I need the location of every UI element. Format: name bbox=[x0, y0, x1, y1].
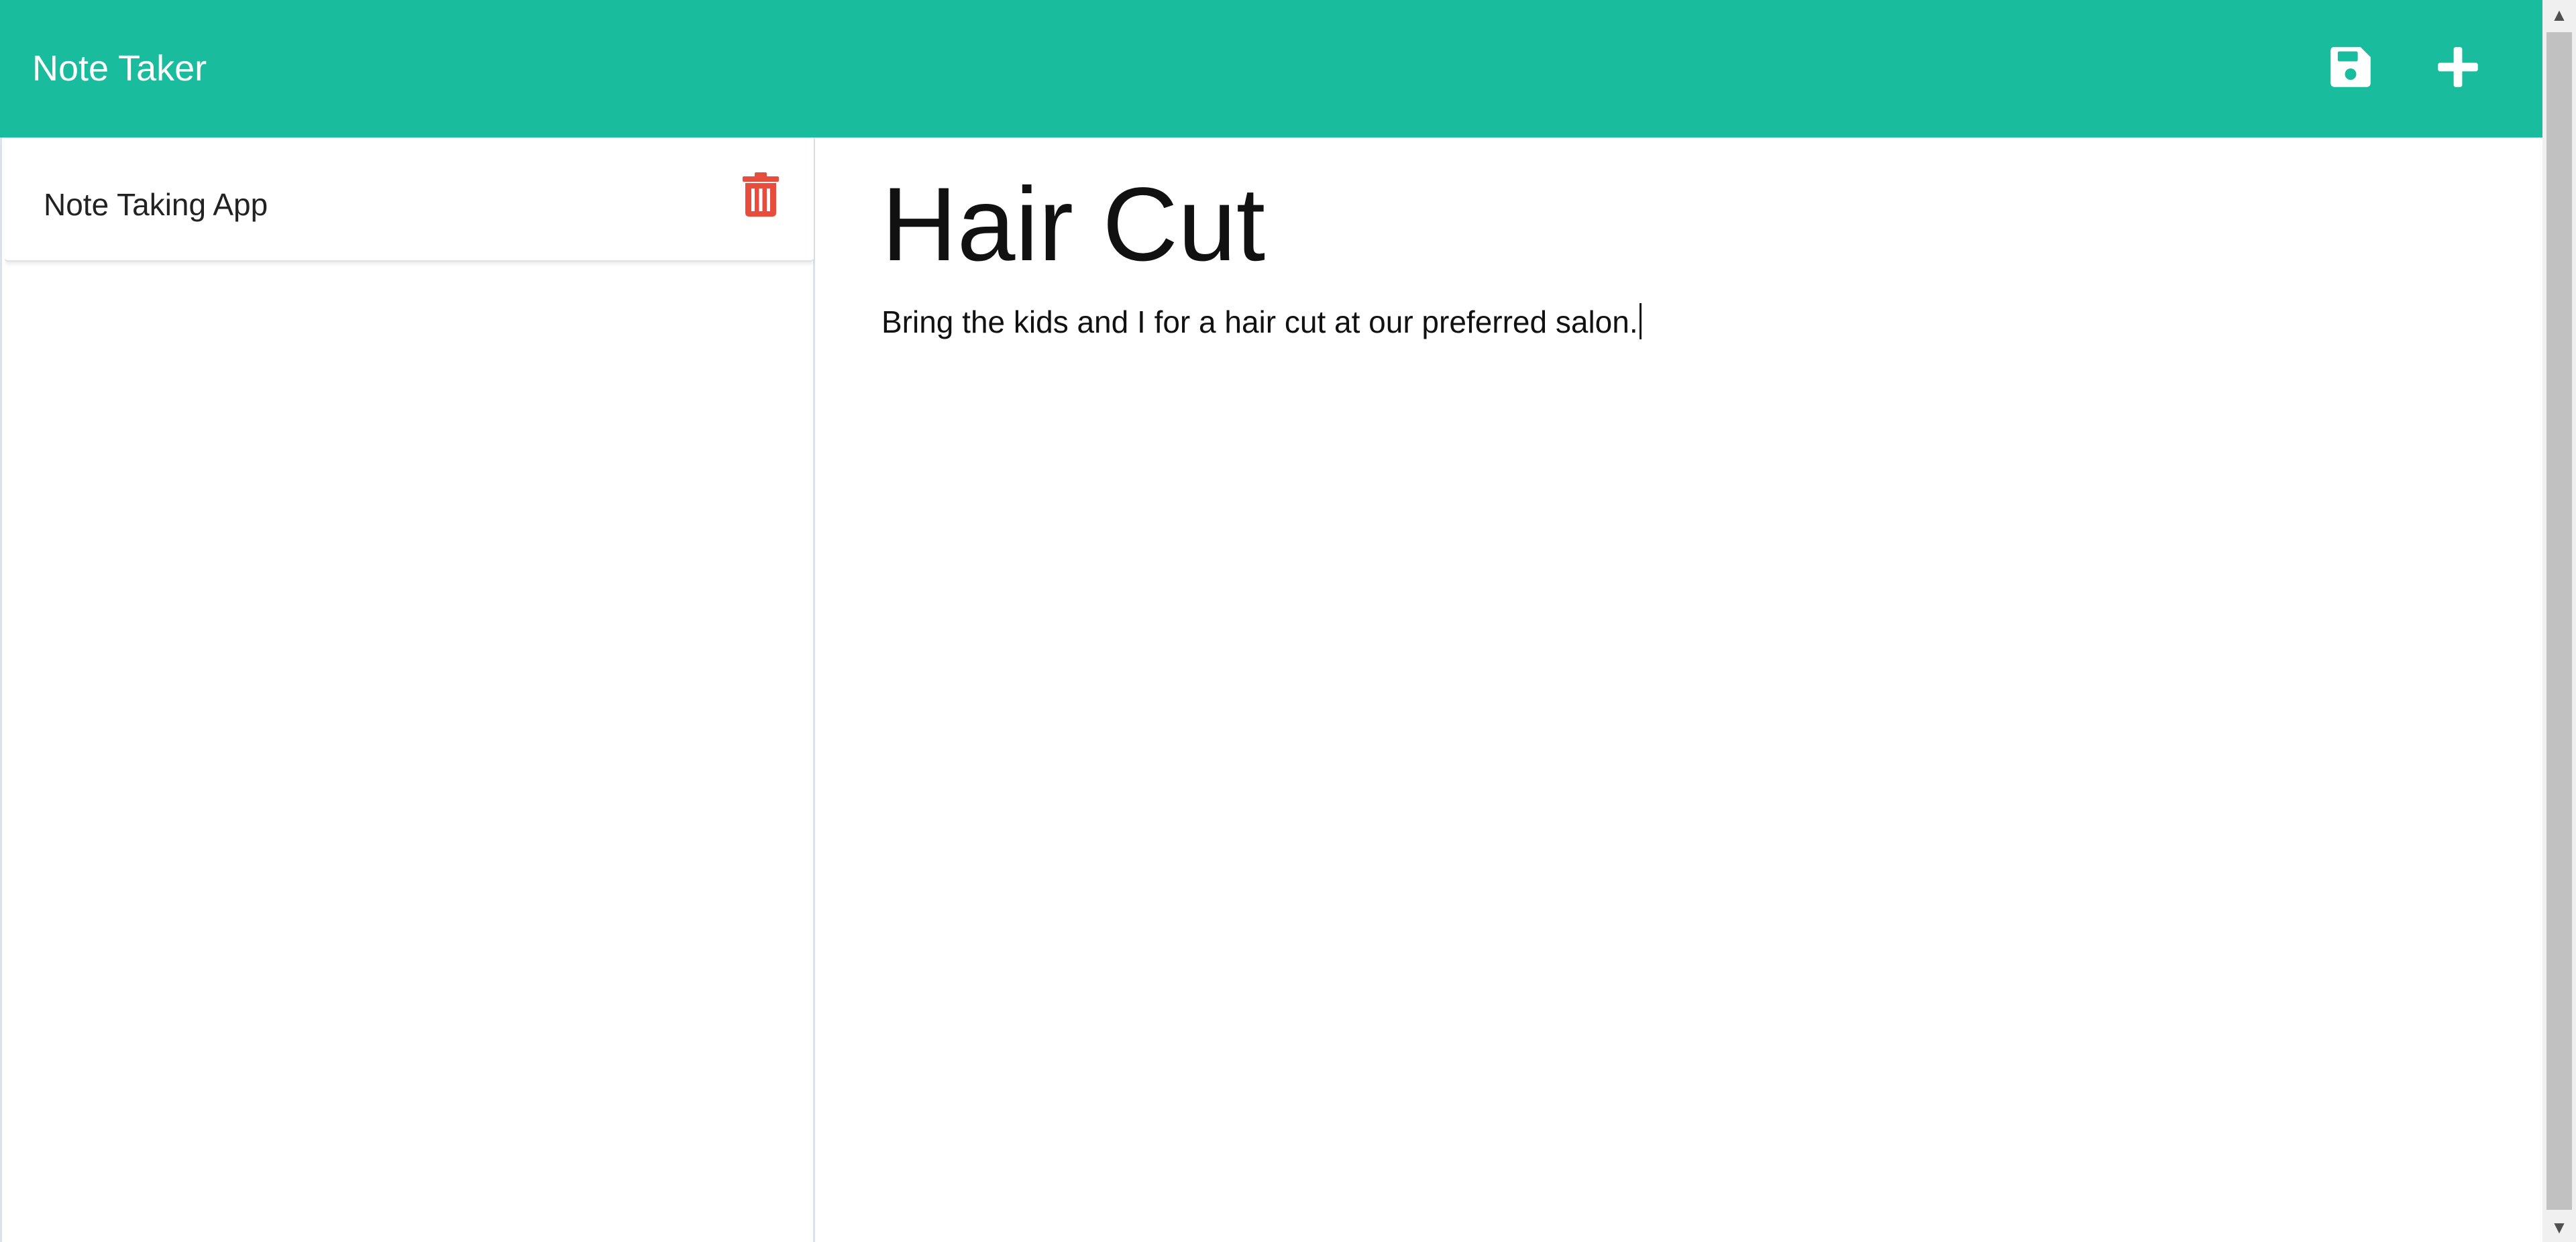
scroll-down-arrow-icon[interactable]: ▼ bbox=[2542, 1212, 2576, 1242]
text-caret bbox=[1639, 303, 1642, 339]
new-note-button[interactable] bbox=[2428, 39, 2487, 98]
note-text: Bring the kids and I for a hair cut at o… bbox=[881, 304, 1638, 339]
save-note-button[interactable] bbox=[2321, 39, 2380, 98]
notes-sidebar: Note Taking App bbox=[0, 137, 815, 1242]
note-text-area[interactable]: Bring the kids and I for a hair cut at o… bbox=[881, 298, 1642, 345]
note-editor: Hair Cut Bring the kids and I for a hair… bbox=[816, 137, 2542, 1242]
vertical-scrollbar[interactable]: ▲ ▼ bbox=[2542, 0, 2576, 1242]
floppy-disk-icon bbox=[2328, 44, 2373, 93]
scroll-up-arrow-icon[interactable]: ▲ bbox=[2542, 0, 2576, 30]
delete-note-button[interactable] bbox=[743, 172, 779, 217]
trash-icon bbox=[743, 172, 779, 219]
note-title[interactable]: Note Taking App bbox=[44, 178, 268, 231]
scrollbar-thumb[interactable] bbox=[2546, 32, 2572, 1210]
app-window: Note Taker Note Taking App Hair Cut Brin… bbox=[0, 0, 2576, 1242]
list-item[interactable]: Note Taking App bbox=[5, 137, 814, 262]
brand-title[interactable]: Note Taker bbox=[32, 42, 207, 95]
plus-icon bbox=[2435, 44, 2481, 93]
navbar: Note Taker bbox=[0, 0, 2542, 137]
note-title-input[interactable]: Hair Cut bbox=[881, 158, 1265, 292]
